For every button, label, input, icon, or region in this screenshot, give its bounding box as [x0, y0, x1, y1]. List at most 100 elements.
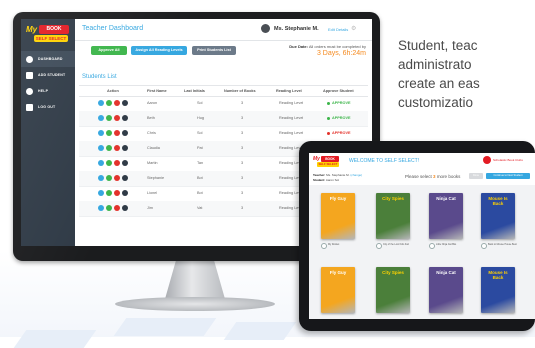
done-button[interactable]: Done	[469, 173, 483, 179]
book-select-checkbox[interactable]	[321, 243, 327, 249]
last-initial-cell: Pat	[197, 146, 203, 150]
column-header[interactable]: Approve Student	[323, 89, 354, 93]
edit-icon[interactable]	[98, 145, 104, 151]
first-name-cell: Aaron	[147, 101, 158, 105]
continue-next-student-button[interactable]: Continue to Next Student	[486, 173, 530, 179]
monitor-stand-base	[115, 297, 275, 311]
last-initial-cell: Sol	[197, 101, 203, 105]
book-cover[interactable]: Fly Guy	[321, 193, 355, 239]
edit-details-link[interactable]: Edit Details	[328, 27, 348, 32]
book-select-checkbox[interactable]	[376, 243, 382, 249]
logo-sub: SELF SELECT	[34, 35, 68, 42]
approve-status[interactable]: APPROVE	[327, 116, 351, 120]
teacher-name: Ms. Stephanie M.	[326, 173, 350, 177]
approve-status-label: APPROVE	[332, 131, 351, 135]
dashboard-icon	[26, 55, 33, 63]
background-stripe	[13, 330, 97, 348]
remove-icon[interactable]	[114, 160, 120, 166]
table-row[interactable]: Aaron Sol 3 Reading Level APPROVE	[79, 96, 368, 112]
logo-sub: SELF SELECT	[317, 162, 339, 167]
tagline-line: Student, teac	[398, 38, 478, 53]
book-cover[interactable]: City Spies	[376, 267, 410, 313]
app-logo[interactable]: My BOOK SELF SELECT	[26, 25, 70, 43]
logo-book: BOOK	[39, 25, 69, 34]
more-icon[interactable]	[122, 100, 128, 106]
more-icon[interactable]	[122, 145, 128, 151]
assign-reading-levels-button[interactable]: Assign All Reading Levels	[131, 46, 187, 55]
sidebar-item-label: DASHBOARD	[38, 57, 63, 61]
print-students-list-button[interactable]: Print Students List	[192, 46, 236, 55]
status-dot-icon	[327, 116, 330, 120]
sidebar-item-dashboard[interactable]: DASHBOARD	[21, 51, 75, 67]
tablet-device: My BOOK SELF SELECT WELCOME TO SELF SELE…	[299, 141, 535, 331]
tablet-app-logo[interactable]: My BOOK SELF SELECT	[313, 156, 339, 168]
book-select-checkbox[interactable]	[429, 243, 435, 249]
remove-icon[interactable]	[114, 130, 120, 136]
more-icon[interactable]	[122, 190, 128, 196]
marketing-tagline: Student, teac administrato create an eas…	[398, 36, 535, 112]
reading-level-cell[interactable]: Reading Level	[279, 131, 303, 135]
more-icon[interactable]	[122, 115, 128, 121]
book-cover[interactable]: Fly Guy	[321, 267, 355, 313]
first-name-cell: Beth	[147, 116, 155, 120]
column-header[interactable]: Reading Level	[276, 89, 302, 93]
edit-icon[interactable]	[98, 130, 104, 136]
edit-icon[interactable]	[98, 190, 104, 196]
edit-icon[interactable]	[98, 160, 104, 166]
book-select-checkbox[interactable]	[481, 243, 487, 249]
sidebar-item-log-out[interactable]: LOG OUT	[21, 99, 75, 115]
more-icon[interactable]	[122, 175, 128, 181]
change-teacher-link[interactable]: (change)	[350, 173, 362, 177]
remove-icon[interactable]	[114, 190, 120, 196]
book-cover[interactable]: Ninja Cat	[429, 193, 463, 239]
remove-icon[interactable]	[114, 100, 120, 106]
more-icon[interactable]	[122, 205, 128, 211]
reading-level-cell[interactable]: Reading Level	[279, 116, 303, 120]
approve-status[interactable]: APPROVE	[327, 101, 351, 105]
approve-icon[interactable]	[106, 130, 112, 136]
remove-icon[interactable]	[114, 205, 120, 211]
approve-icon[interactable]	[106, 175, 112, 181]
book-cover[interactable]: Mouse Is Back	[481, 267, 515, 313]
approve-icon[interactable]	[106, 145, 112, 151]
approve-icon[interactable]	[106, 115, 112, 121]
settings-icon[interactable]: ⚙	[351, 25, 356, 32]
user-name: Ms. Stephanie M.	[274, 26, 319, 32]
approve-icon[interactable]	[106, 205, 112, 211]
column-header[interactable]: Last Initials	[184, 89, 205, 93]
edit-icon[interactable]	[98, 115, 104, 121]
table-row[interactable]: Beth Hug 3 Reading Level APPROVE	[79, 111, 368, 127]
approve-icon[interactable]	[106, 190, 112, 196]
book-cover[interactable]: Mouse Is Back	[481, 193, 515, 239]
book-caption: Back to Mouse House Best	[488, 243, 517, 246]
approve-status-label: APPROVE	[332, 116, 351, 120]
approve-icon[interactable]	[106, 160, 112, 166]
sidebar-item-add-student[interactable]: ADD STUDENT	[21, 67, 75, 83]
books-count-cell: 3	[241, 176, 244, 180]
edit-icon[interactable]	[98, 100, 104, 106]
book-title: Ninja Cat	[436, 196, 456, 201]
table-row[interactable]: Chris Sol 3 Reading Level APPROVE	[79, 126, 368, 142]
more-icon[interactable]	[122, 160, 128, 166]
sidebar-item-help[interactable]: HELP	[21, 83, 75, 99]
column-header[interactable]: Number of Books	[224, 89, 256, 93]
approve-icon[interactable]	[106, 100, 112, 106]
more-icon[interactable]	[122, 130, 128, 136]
prompt-count: 3	[433, 174, 436, 179]
column-header[interactable]: Action	[107, 89, 119, 93]
remove-icon[interactable]	[114, 175, 120, 181]
book-cover[interactable]: Ninja Cat	[429, 267, 463, 313]
sidebar-item-label: ADD STUDENT	[38, 73, 66, 77]
edit-icon[interactable]	[98, 205, 104, 211]
remove-icon[interactable]	[114, 115, 120, 121]
column-header[interactable]: First Name	[147, 89, 167, 93]
approve-all-button[interactable]: Approve All	[91, 46, 127, 55]
reading-level-cell[interactable]: Reading Level	[279, 101, 303, 105]
book-caption: City of the Lost Kids Fair	[383, 243, 410, 246]
book-cover[interactable]: City Spies	[376, 193, 410, 239]
approve-status[interactable]: APPROVE	[327, 131, 351, 135]
remove-icon[interactable]	[114, 145, 120, 151]
edit-icon[interactable]	[98, 175, 104, 181]
help-icon	[26, 87, 33, 95]
last-initial-cell: Hug	[197, 116, 204, 120]
